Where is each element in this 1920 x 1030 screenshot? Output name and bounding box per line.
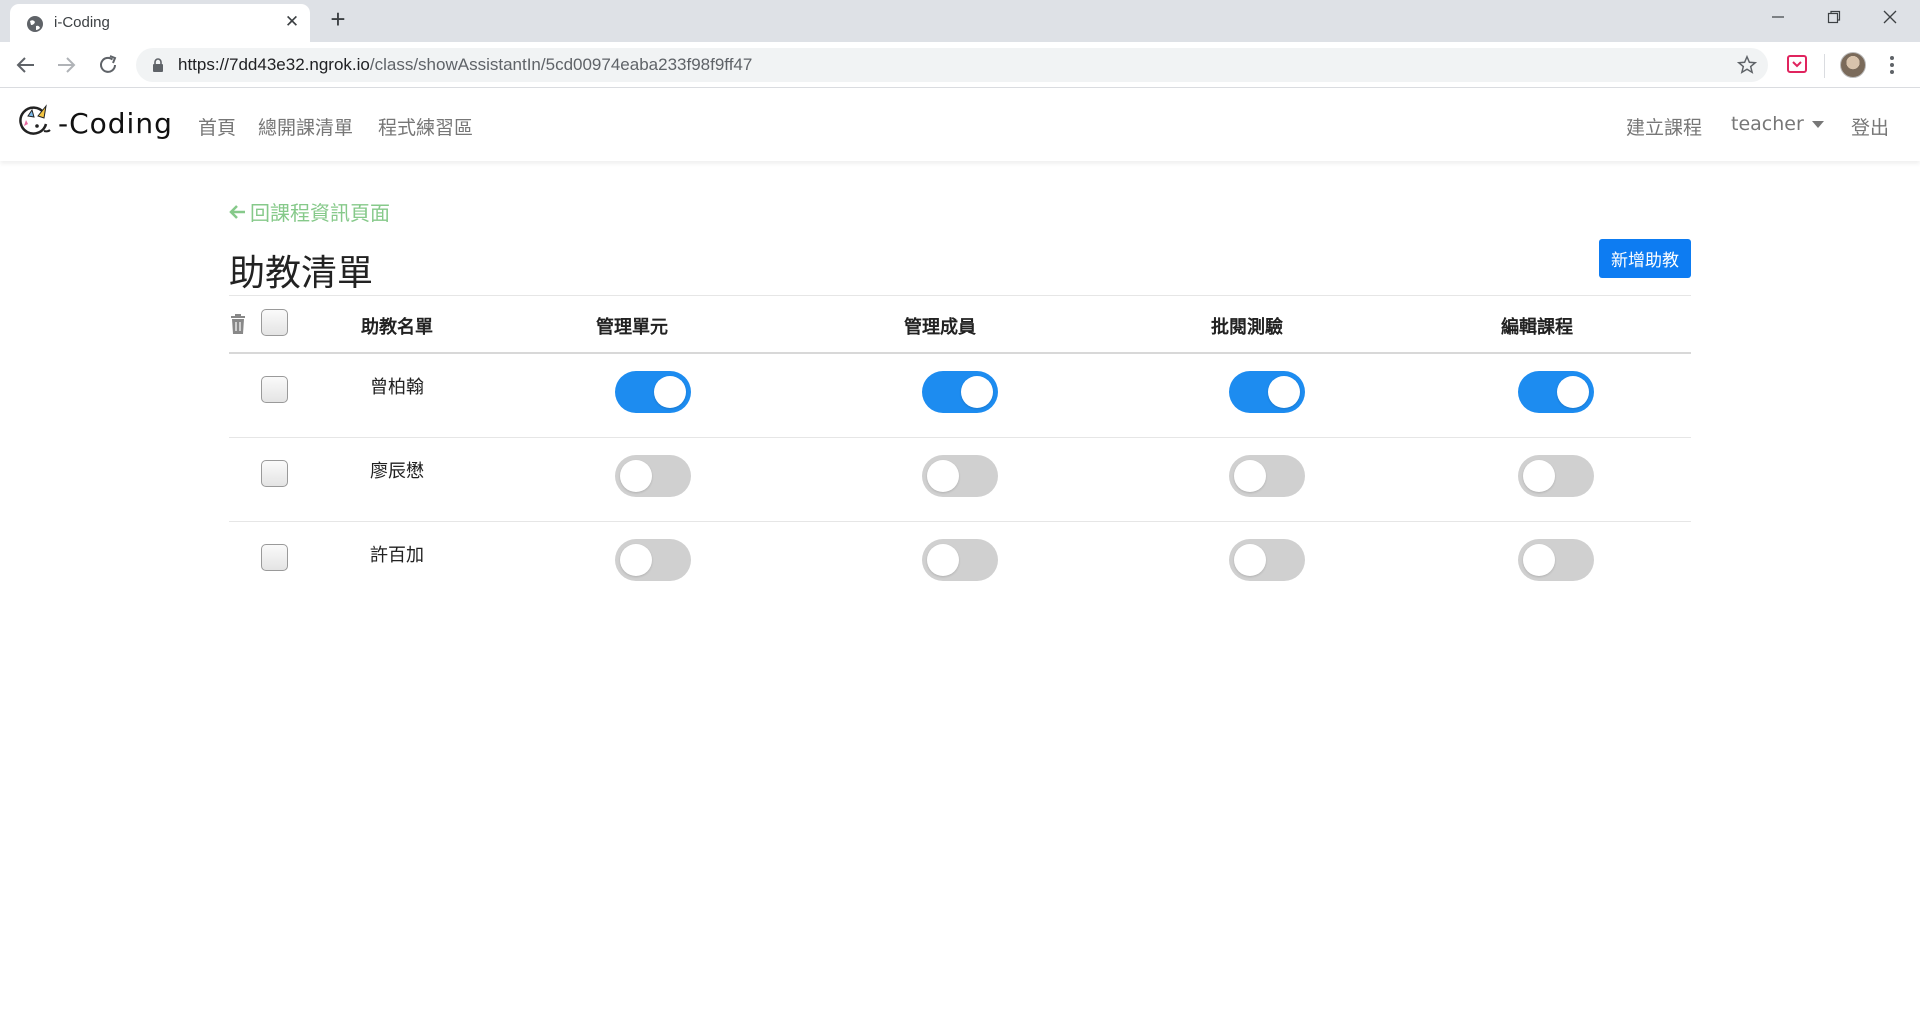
- menu-kebab-icon[interactable]: [1884, 52, 1900, 78]
- table-top-border: [229, 295, 1691, 296]
- restore-button[interactable]: [1806, 0, 1862, 38]
- back-to-course-link[interactable]: 回課程資訊頁面: [228, 197, 390, 226]
- toggle-knob: [1234, 544, 1266, 576]
- toggle-knob: [1523, 460, 1555, 492]
- toggle-manage-members[interactable]: [922, 539, 998, 581]
- back-arrow-icon[interactable]: [14, 53, 38, 77]
- new-tab-button[interactable]: +: [326, 6, 350, 32]
- bookmark-star-icon[interactable]: [1736, 54, 1758, 76]
- toggle-knob: [620, 460, 652, 492]
- toggle-knob: [654, 376, 686, 408]
- nav-create-course[interactable]: 建立課程: [1626, 113, 1702, 140]
- address-bar[interactable]: https://7dd43e32.ngrok.io/class/showAssi…: [136, 48, 1768, 82]
- nav-home[interactable]: 首頁: [198, 113, 236, 140]
- restore-icon: [1827, 10, 1841, 24]
- toggle-knob: [1557, 376, 1589, 408]
- row-checkbox[interactable]: [261, 460, 288, 487]
- toggle-knob: [927, 544, 959, 576]
- toggle-edit-course[interactable]: [1518, 539, 1594, 581]
- profile-avatar[interactable]: [1840, 52, 1866, 78]
- add-assistant-button[interactable]: 新增助教: [1599, 239, 1691, 278]
- select-all-checkbox[interactable]: [261, 309, 288, 336]
- header-manage-members: 管理成員: [904, 317, 976, 338]
- toggle-grade-exams[interactable]: [1229, 371, 1305, 413]
- toolbar-divider: [1824, 54, 1825, 78]
- lock-icon: [153, 58, 163, 72]
- trash-icon[interactable]: [229, 313, 247, 335]
- page-title: 助教清單: [229, 253, 374, 294]
- toggle-grade-exams[interactable]: [1229, 455, 1305, 497]
- toggle-knob: [620, 544, 652, 576]
- nav-practice[interactable]: 程式練習區: [378, 113, 473, 140]
- row-divider: [229, 521, 1691, 522]
- header-grade-exams: 批閱測驗: [1211, 317, 1283, 338]
- caret-down-icon: [1811, 121, 1824, 128]
- close-window-button[interactable]: [1862, 0, 1918, 38]
- url-path: /class/showAssistantIn/5cd00974eaba233f9…: [369, 55, 753, 74]
- minimize-button[interactable]: [1750, 0, 1806, 38]
- forward-arrow-icon[interactable]: [54, 53, 78, 77]
- user-name: teacher: [1731, 113, 1804, 135]
- toggle-knob: [1268, 376, 1300, 408]
- unicorn-logo-icon[interactable]: [18, 104, 58, 146]
- toggle-manage-members[interactable]: [922, 371, 998, 413]
- toggle-knob: [1523, 544, 1555, 576]
- extension-icon[interactable]: [1786, 53, 1808, 75]
- browser-tabstrip: i-Coding ✕ +: [0, 0, 1920, 42]
- reload-icon[interactable]: [96, 53, 120, 77]
- row-checkbox[interactable]: [261, 544, 288, 571]
- tab-title: i-Coding: [54, 14, 110, 31]
- header-assistant-list: 助教名單: [361, 317, 433, 338]
- header-divider: [229, 352, 1691, 354]
- toggle-manage-units[interactable]: [615, 539, 691, 581]
- toggle-knob: [927, 460, 959, 492]
- logo-text[interactable]: -Coding: [58, 107, 173, 140]
- user-dropdown[interactable]: teacher: [1731, 113, 1824, 135]
- nav-logout[interactable]: 登出: [1851, 113, 1889, 140]
- arrow-left-icon: [229, 205, 245, 219]
- toggle-manage-members[interactable]: [922, 455, 998, 497]
- browser-toolbar: https://7dd43e32.ngrok.io/class/showAssi…: [0, 42, 1920, 88]
- globe-icon: [27, 16, 43, 32]
- assistant-name: 曾柏翰: [370, 377, 424, 398]
- row-divider: [229, 437, 1691, 438]
- toggle-knob: [1234, 460, 1266, 492]
- toggle-manage-units[interactable]: [615, 371, 691, 413]
- assistant-name: 廖辰懋: [370, 461, 424, 482]
- back-link-text: 回課程資訊頁面: [250, 201, 390, 225]
- browser-tab[interactable]: i-Coding ✕: [10, 4, 310, 42]
- assistant-name: 許百加: [370, 545, 424, 566]
- toggle-grade-exams[interactable]: [1229, 539, 1305, 581]
- toggle-manage-units[interactable]: [615, 455, 691, 497]
- header-manage-units: 管理單元: [596, 317, 668, 338]
- url-text: https://7dd43e32.ngrok.io/class/showAssi…: [178, 55, 752, 75]
- toggle-edit-course[interactable]: [1518, 371, 1594, 413]
- app-navbar: -Coding 首頁 總開課清單 程式練習區 建立課程 teacher 登出: [0, 89, 1920, 161]
- close-tab-icon[interactable]: ✕: [281, 11, 303, 33]
- url-host: https://7dd43e32.ngrok.io: [178, 55, 370, 74]
- minimize-icon: [1772, 16, 1784, 18]
- toggle-knob: [961, 376, 993, 408]
- toggle-edit-course[interactable]: [1518, 455, 1594, 497]
- row-checkbox[interactable]: [261, 376, 288, 403]
- close-icon: [1883, 10, 1897, 24]
- nav-course-list[interactable]: 總開課清單: [258, 113, 353, 140]
- header-edit-course: 編輯課程: [1501, 317, 1573, 338]
